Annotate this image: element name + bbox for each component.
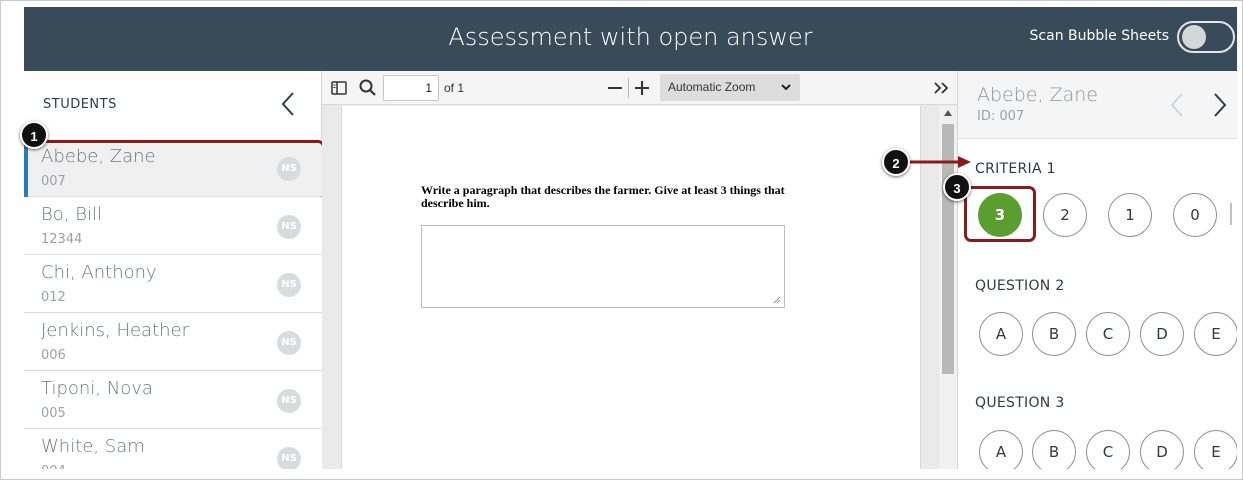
current-student-header: Abebe, Zane ID: 007 bbox=[958, 71, 1237, 139]
answer-textarea[interactable] bbox=[421, 225, 785, 308]
current-student-name: Abebe, Zane bbox=[977, 84, 1098, 106]
question-3-option-d[interactable]: D bbox=[1140, 430, 1184, 469]
student-list: Abebe, Zane 007 NS Bo, Bill 12344 NS Chi… bbox=[24, 139, 325, 469]
question-3-option-c[interactable]: C bbox=[1086, 430, 1130, 469]
student-id: 12344 bbox=[41, 232, 83, 247]
not-submitted-badge: NS bbox=[277, 447, 301, 469]
question-3-option-e[interactable]: E bbox=[1194, 430, 1237, 469]
zoom-select[interactable]: Automatic Zoom bbox=[660, 74, 800, 101]
not-submitted-badge: NS bbox=[277, 273, 301, 297]
question-2-option-e[interactable]: E bbox=[1194, 312, 1237, 356]
search-icon[interactable] bbox=[358, 78, 378, 98]
question-2-option-a[interactable]: A bbox=[979, 312, 1023, 356]
not-submitted-badge: NS bbox=[277, 331, 301, 355]
scroll-up-arrow-icon[interactable] bbox=[944, 109, 952, 117]
zoom-select-value: Automatic Zoom bbox=[668, 80, 756, 94]
student-row-white[interactable]: White, Sam 004 NS bbox=[24, 429, 322, 469]
students-sidebar: STUDENTS Abebe, Zane 007 NS Bo, Bill 123… bbox=[24, 71, 325, 469]
question-2-option-c[interactable]: C bbox=[1086, 312, 1130, 356]
criteria-option-1[interactable]: 1 bbox=[1108, 193, 1152, 237]
scan-bubble-sheets-label: Scan Bubble Sheets bbox=[1029, 28, 1169, 44]
page-count: of 1 bbox=[444, 81, 465, 95]
student-row-jenkins[interactable]: Jenkins, Heather 006 NS bbox=[24, 313, 322, 371]
viewer-toolbar: of 1 Automatic Zoom bbox=[322, 71, 957, 105]
question-2-option-b[interactable]: B bbox=[1032, 312, 1076, 356]
document-scrollbar[interactable] bbox=[939, 106, 957, 469]
student-name: Tiponi, Nova bbox=[41, 378, 153, 399]
student-name: White, Sam bbox=[41, 436, 145, 457]
not-submitted-badge: NS bbox=[277, 389, 301, 413]
question-3-option-b[interactable]: B bbox=[1032, 430, 1076, 469]
screenshot-frame: Assessment with open answer Scan Bubble … bbox=[0, 0, 1243, 480]
student-id: 005 bbox=[41, 406, 66, 421]
student-row-tiponi[interactable]: Tiponi, Nova 005 NS bbox=[24, 371, 322, 429]
question-2-label: QUESTION 2 bbox=[975, 278, 1065, 294]
callout-badge-1: 1 bbox=[20, 121, 48, 149]
toggle-sidebar-icon[interactable] bbox=[330, 79, 348, 97]
question-3-option-a[interactable]: A bbox=[979, 430, 1023, 469]
not-submitted-badge: NS bbox=[277, 157, 301, 181]
scrollbar-thumb[interactable] bbox=[942, 124, 954, 374]
callout-badge-3: 3 bbox=[943, 173, 971, 201]
criteria-1-label: CRITERIA 1 bbox=[975, 161, 1056, 177]
student-id: 007 bbox=[41, 174, 66, 189]
not-submitted-badge: NS bbox=[277, 215, 301, 239]
criteria-option-3[interactable]: 3 bbox=[978, 193, 1022, 237]
student-name: Chi, Anthony bbox=[41, 262, 157, 283]
question-prompt: Write a paragraph that describes the far… bbox=[421, 183, 785, 210]
next-student-icon[interactable] bbox=[1212, 91, 1228, 119]
toggle-knob bbox=[1182, 25, 1206, 49]
document-area: Write a paragraph that describes the far… bbox=[322, 106, 957, 469]
document-viewer: of 1 Automatic Zoom Write a p bbox=[322, 71, 957, 469]
collapse-sidebar-icon[interactable] bbox=[278, 90, 298, 118]
student-name: Jenkins, Heather bbox=[41, 320, 190, 341]
zoom-in-icon[interactable] bbox=[633, 78, 651, 98]
zoom-out-icon[interactable] bbox=[606, 78, 624, 98]
criteria-option-0[interactable]: 0 bbox=[1173, 193, 1217, 237]
criteria-option-2[interactable]: 2 bbox=[1043, 193, 1087, 237]
grading-panel: Abebe, Zane ID: 007 CRITERIA 1 3 2 1 0 Q… bbox=[957, 71, 1237, 469]
student-row-abebe[interactable]: Abebe, Zane 007 NS bbox=[24, 139, 325, 202]
chevron-down-icon bbox=[781, 84, 791, 91]
question-3-label: QUESTION 3 bbox=[975, 395, 1065, 411]
students-heading: STUDENTS bbox=[43, 97, 117, 112]
callout-badge-2: 2 bbox=[882, 148, 910, 176]
student-id: 012 bbox=[41, 290, 66, 305]
student-row-bo[interactable]: Bo, Bill 12344 NS bbox=[24, 197, 322, 255]
document-page: Write a paragraph that describes the far… bbox=[341, 106, 921, 469]
page-number-input[interactable] bbox=[383, 75, 439, 101]
current-student-id: ID: 007 bbox=[977, 109, 1025, 124]
scan-bubble-sheets-toggle[interactable] bbox=[1177, 21, 1235, 53]
student-id: 006 bbox=[41, 348, 66, 363]
student-id: 004 bbox=[41, 464, 66, 469]
student-name: Abebe, Zane bbox=[41, 146, 156, 167]
student-name: Bo, Bill bbox=[41, 204, 103, 225]
resize-grip-icon bbox=[773, 296, 781, 304]
top-header: Assessment with open answer Scan Bubble … bbox=[24, 7, 1237, 71]
previous-student-icon[interactable] bbox=[1169, 91, 1185, 119]
more-tools-icon[interactable] bbox=[932, 78, 950, 98]
speedgrader-app: Assessment with open answer Scan Bubble … bbox=[24, 7, 1237, 469]
question-2-option-d[interactable]: D bbox=[1140, 312, 1184, 356]
toolbar-separator bbox=[628, 78, 629, 98]
next-option-edge bbox=[1230, 203, 1232, 225]
student-row-chi[interactable]: Chi, Anthony 012 NS bbox=[24, 255, 322, 313]
